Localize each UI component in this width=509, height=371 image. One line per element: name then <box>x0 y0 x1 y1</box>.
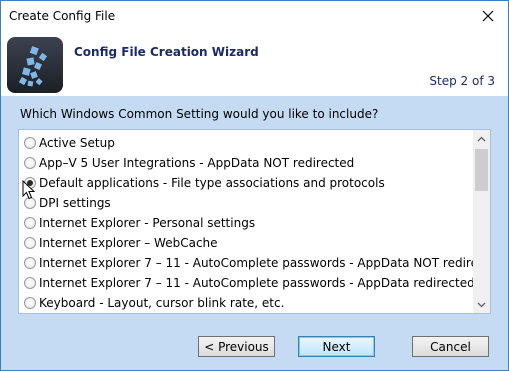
scroll-up-icon <box>477 136 486 141</box>
list-item[interactable]: App–V 5 User Integrations - AppData NOT … <box>19 153 473 173</box>
settings-listbox[interactable]: Active Setup App–V 5 User Integrations -… <box>18 129 491 314</box>
radio-button[interactable] <box>24 217 36 229</box>
app-logo-icon <box>7 37 63 93</box>
wizard-title: Config File Creation Wizard <box>74 45 259 59</box>
list-item[interactable]: Internet Explorer – WebCache <box>19 233 473 253</box>
list-item-label: Active Setup <box>39 136 115 150</box>
list-item[interactable]: Internet Explorer 7 – 11 - AutoComplete … <box>19 253 490 273</box>
list-item[interactable]: Default applications - File type associa… <box>19 173 473 193</box>
radio-button[interactable] <box>24 237 36 249</box>
list-item-label: Default applications - File type associa… <box>39 176 385 190</box>
next-button-label: Next <box>322 339 351 354</box>
wizard-window: Create Config File Config File Creation … <box>0 0 509 371</box>
question-label: Which Windows Common Setting would you l… <box>20 107 379 121</box>
cancel-button-label: Cancel <box>430 339 471 354</box>
list-item-label: Internet Explorer – WebCache <box>39 236 218 250</box>
list-item-label: Internet Explorer 7 – 11 - AutoComplete … <box>39 256 491 270</box>
scroll-down-icon <box>477 302 486 307</box>
content-panel: Which Windows Common Setting would you l… <box>1 96 508 370</box>
scroll-up-button[interactable] <box>473 130 490 147</box>
close-button[interactable] <box>468 1 508 31</box>
radio-button[interactable] <box>24 297 36 309</box>
list-item-label: App–V 5 User Integrations - AppData NOT … <box>39 156 355 170</box>
step-indicator: Step 2 of 3 <box>429 74 495 88</box>
wizard-header: Config File Creation Wizard Step 2 of 3 <box>1 31 508 95</box>
mouse-cursor-icon <box>22 180 36 200</box>
list-item[interactable]: DPI settings <box>19 193 473 213</box>
list-item[interactable]: Internet Explorer 7 – 11 - AutoComplete … <box>19 273 475 293</box>
scroll-down-button[interactable] <box>473 296 490 313</box>
next-button[interactable]: Next <box>298 336 375 357</box>
vertical-scrollbar[interactable] <box>473 130 490 313</box>
list-item[interactable]: Keyboard - Layout, cursor blink rate, et… <box>19 293 473 313</box>
radio-button[interactable] <box>24 137 36 149</box>
scroll-thumb[interactable] <box>475 149 488 191</box>
list-item[interactable]: Internet Explorer - Personal settings <box>19 213 473 233</box>
close-icon <box>482 10 494 22</box>
radio-button[interactable] <box>24 257 36 269</box>
list-item[interactable]: Active Setup <box>19 133 473 153</box>
list-item-label: DPI settings <box>39 196 111 210</box>
radio-button[interactable] <box>24 277 36 289</box>
list-item-label: Internet Explorer - Personal settings <box>39 216 256 230</box>
list-item-label: Internet Explorer 7 – 11 - AutoComplete … <box>39 276 475 290</box>
list-item-label: Keyboard - Layout, cursor blink rate, et… <box>39 296 285 310</box>
previous-button[interactable]: < Previous <box>198 336 275 357</box>
window-title: Create Config File <box>9 9 116 23</box>
previous-button-label: < Previous <box>204 339 269 354</box>
title-bar: Create Config File <box>1 1 508 31</box>
radio-button[interactable] <box>24 157 36 169</box>
cancel-button[interactable]: Cancel <box>412 336 489 357</box>
